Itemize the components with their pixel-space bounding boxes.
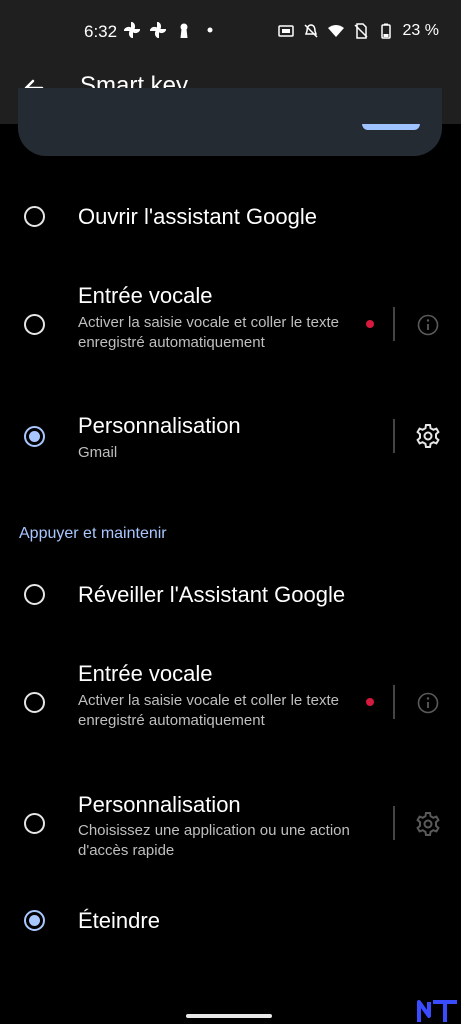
feature-toggle[interactable]	[362, 124, 420, 130]
radio-button-selected[interactable]	[24, 426, 45, 447]
radio-button-selected[interactable]	[24, 910, 45, 931]
divider	[393, 685, 395, 719]
option-voice-input-hold[interactable]: Entrée vocale Activer la saisie vocale e…	[0, 658, 461, 750]
mute-icon	[304, 24, 318, 38]
option-custom-hold[interactable]: Personnalisation Choisissez une applicat…	[0, 789, 461, 861]
divider	[393, 806, 395, 840]
option-title: Éteindre	[78, 908, 160, 933]
divider	[393, 307, 395, 341]
option-title: Ouvrir l'assistant Google	[78, 204, 317, 229]
option-title: Entrée vocale	[78, 283, 213, 308]
pinwheel-icon	[150, 22, 166, 38]
feature-card	[18, 88, 442, 156]
option-open-assistant[interactable]: Ouvrir l'assistant Google	[0, 190, 461, 250]
wifi-icon	[327, 25, 344, 37]
radio-button[interactable]	[24, 584, 45, 605]
system-icons: 23 %	[277, 22, 439, 40]
option-voice-input[interactable]: Entrée vocale Activer la saisie vocale e…	[0, 280, 461, 372]
recording-dot	[366, 698, 374, 706]
settings-gear-icon[interactable]	[415, 811, 441, 837]
option-title: Réveiller l'Assistant Google	[78, 582, 346, 607]
option-subtitle: Activer la saisie vocale et coller le te…	[78, 692, 339, 729]
option-title: Entrée vocale	[78, 661, 213, 686]
radio-button[interactable]	[24, 206, 45, 227]
gesture-nav-handle[interactable]	[186, 1014, 272, 1018]
no-sim-icon	[354, 23, 368, 39]
pinwheel-icon	[124, 22, 140, 38]
battery-percent: 23 %	[402, 22, 439, 39]
option-title: Personnalisation	[78, 792, 241, 817]
option-title: Personnalisation	[78, 413, 241, 438]
status-time: 6:32	[84, 22, 118, 41]
section-header-hold: Appuyer et maintenir	[19, 525, 167, 542]
option-subtitle: Choisissez une application ou une action…	[78, 822, 350, 859]
notification-icons	[124, 22, 218, 38]
option-wake-assistant[interactable]: Réveiller l'Assistant Google	[0, 568, 461, 628]
radio-button[interactable]	[24, 692, 45, 713]
recording-dot	[366, 320, 374, 328]
option-subtitle: Gmail	[78, 444, 118, 461]
option-custom[interactable]: Personnalisation Gmail	[0, 410, 461, 470]
option-subtitle: Activer la saisie vocale et coller le te…	[78, 314, 339, 351]
settings-gear-icon[interactable]	[415, 423, 441, 449]
radio-button[interactable]	[24, 314, 45, 335]
dot-icon	[207, 27, 213, 33]
watermark-logo	[417, 1000, 457, 1022]
divider	[393, 419, 395, 453]
status-bar: 6:32 23 %	[0, 0, 461, 64]
auto-brightness-icon	[277, 25, 294, 37]
radio-button[interactable]	[24, 813, 45, 834]
info-icon[interactable]	[417, 314, 439, 336]
option-power-off[interactable]: Éteindre	[0, 894, 461, 954]
info-icon[interactable]	[417, 692, 439, 714]
battery-icon	[380, 23, 391, 39]
keyhole-icon	[180, 23, 188, 38]
